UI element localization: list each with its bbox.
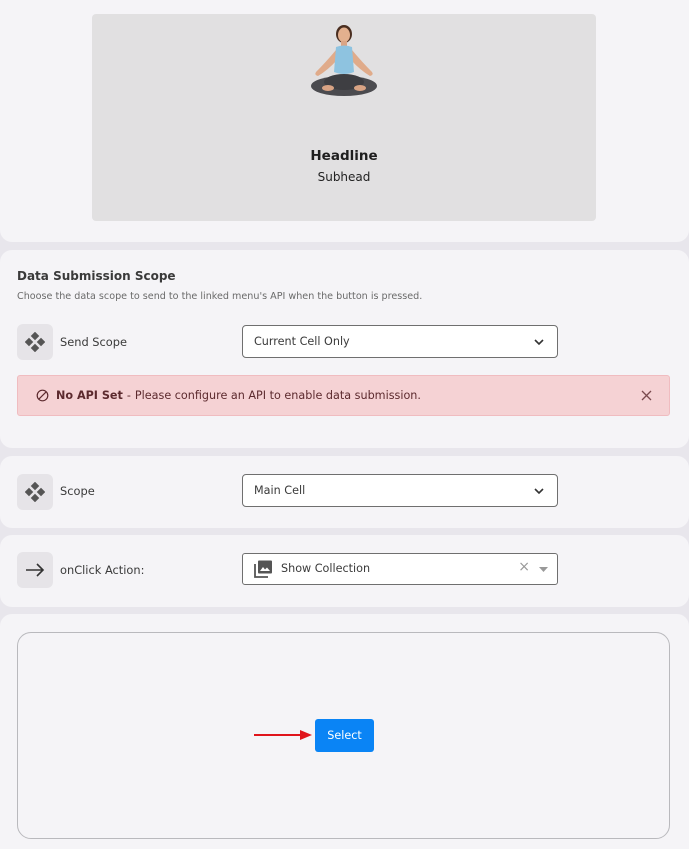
onclick-action-value: Show Collection	[281, 562, 371, 575]
section-description: Choose the data scope to send to the lin…	[17, 291, 423, 302]
close-icon[interactable]	[641, 390, 652, 401]
caret-down-icon[interactable]	[539, 567, 548, 573]
preview-panel: Select	[0, 614, 689, 849]
alert-message: Please configure an API to enable data s…	[134, 389, 421, 402]
scope-select[interactable]: Main Cell	[242, 474, 558, 507]
section-title: Data Submission Scope	[17, 269, 176, 283]
scope-label: Scope	[60, 484, 95, 498]
chevron-down-icon	[534, 339, 544, 346]
hero-headline: Headline	[310, 148, 378, 164]
clear-icon[interactable]: ×	[518, 559, 530, 575]
diamond-nodes-icon	[25, 332, 45, 352]
image-collection-icon	[254, 560, 272, 578]
hero-panel: Headline Subhead	[0, 0, 689, 242]
send-scope-icon-box	[17, 324, 53, 360]
preview-canvas: Select	[17, 632, 670, 839]
scope-icon-box	[17, 474, 53, 510]
ban-icon	[36, 389, 49, 402]
pointer-arrow-icon	[254, 730, 312, 740]
data-submission-panel: Data Submission Scope Choose the data sc…	[0, 250, 689, 448]
onclick-action-select[interactable]: Show Collection ×	[242, 553, 558, 585]
hero-card[interactable]: Headline Subhead	[92, 14, 596, 221]
alert-separator: -	[126, 389, 131, 402]
diamond-nodes-icon	[25, 482, 45, 502]
chevron-down-icon	[534, 488, 544, 495]
scope-panel: Scope Main Cell	[0, 456, 689, 528]
arrow-right-icon	[26, 563, 45, 577]
onclick-action-label: onClick Action:	[60, 563, 145, 577]
no-api-alert: No API Set - Please configure an API to …	[17, 375, 670, 416]
select-button[interactable]: Select	[315, 719, 374, 752]
send-scope-select[interactable]: Current Cell Only	[242, 325, 558, 358]
meditating-woman-image	[311, 25, 377, 96]
scope-value: Main Cell	[254, 484, 306, 497]
action-icon-box	[17, 552, 53, 588]
send-scope-label: Send Scope	[60, 335, 128, 349]
send-scope-value: Current Cell Only	[254, 335, 350, 348]
alert-title: No API Set	[56, 389, 123, 402]
onclick-action-panel: onClick Action: Show Collection ×	[0, 535, 689, 607]
hero-subhead: Subhead	[317, 170, 371, 184]
